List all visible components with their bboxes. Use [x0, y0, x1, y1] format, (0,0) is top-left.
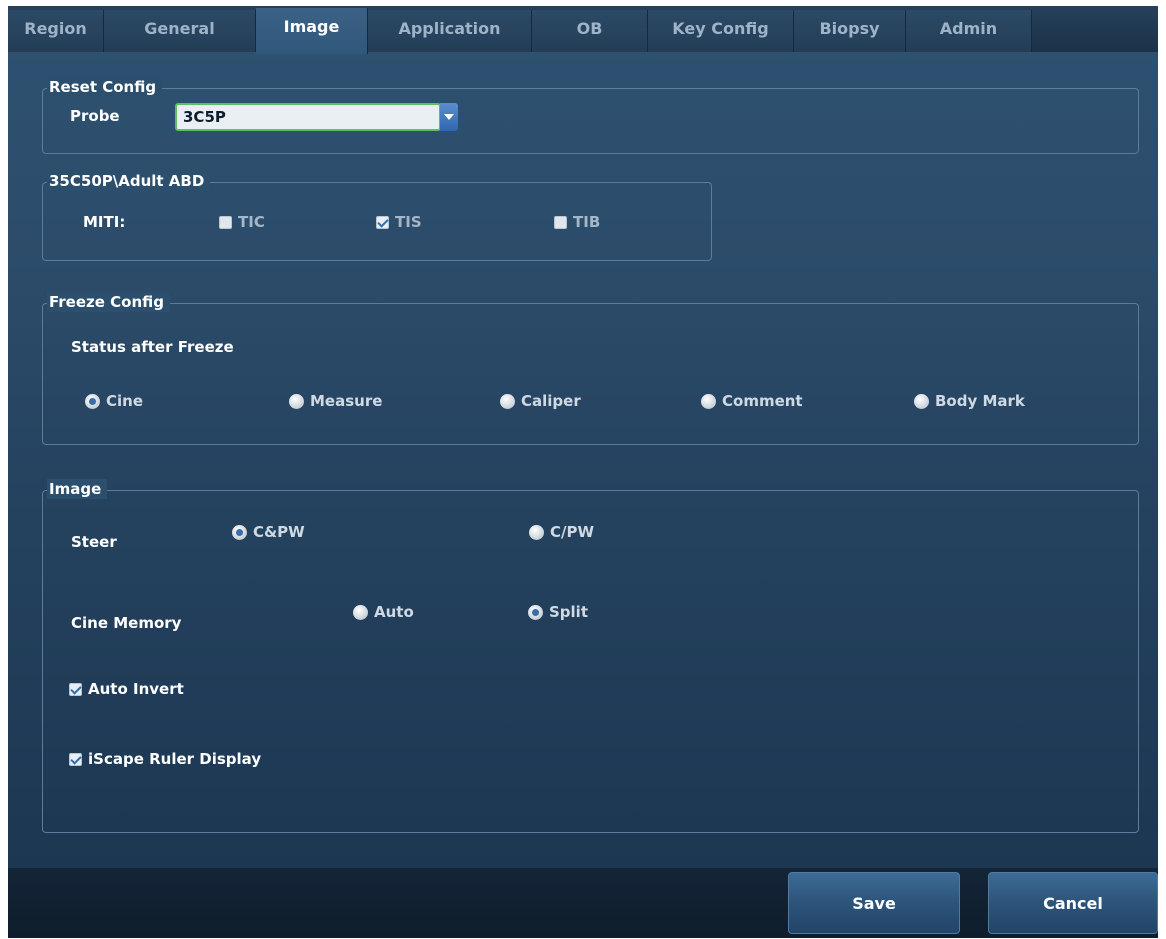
reset-config-group: Reset Config Probe 3C5P [42, 77, 1139, 154]
image-group: Image Steer C&PW C/PW Cine Memory Auto S… [42, 479, 1139, 833]
reset-config-legend: Reset Config [47, 77, 163, 97]
freeze-config-group: Freeze Config Status after Freeze Cine M… [42, 292, 1139, 445]
checkbox-checked-icon [69, 682, 82, 696]
cine-memory-label: Cine Memory [71, 614, 182, 632]
checkbox-icon [554, 215, 567, 229]
chevron-down-icon[interactable] [440, 103, 458, 131]
exam-mode-group: 35C50P\Adult ABD MITI: TIC TIS TIB [42, 171, 712, 261]
checkbox-icon [219, 215, 232, 229]
auto-invert-checkbox[interactable]: Auto Invert [69, 680, 184, 698]
tab-admin[interactable]: Admin [906, 10, 1032, 52]
tab-ob[interactable]: OB [532, 10, 648, 52]
freeze-config-legend: Freeze Config [47, 292, 171, 312]
tab-image[interactable]: Image [256, 8, 368, 54]
freeze-comment-radio[interactable]: Comment [701, 392, 803, 410]
cine-auto-radio[interactable]: Auto [353, 603, 414, 621]
freeze-cine-radio[interactable]: Cine [85, 392, 143, 410]
tis-label: TIS [395, 213, 422, 231]
exam-mode-legend: 35C50P\Adult ABD [47, 171, 211, 191]
radio-label: Body Mark [935, 392, 1025, 410]
image-legend: Image [47, 479, 108, 499]
tis-checkbox[interactable]: TIS [376, 213, 422, 231]
tab-region[interactable]: Region [8, 10, 104, 52]
auto-invert-label: Auto Invert [88, 680, 184, 698]
radio-icon [500, 393, 515, 409]
save-button[interactable]: Save [788, 872, 960, 934]
freeze-measure-radio[interactable]: Measure [289, 392, 382, 410]
checkbox-checked-icon [376, 215, 389, 229]
radio-label: Comment [722, 392, 803, 410]
radio-label: Caliper [521, 392, 581, 410]
radio-label: Auto [374, 603, 414, 621]
preset-window: Region General Image Application OB Key … [8, 6, 1158, 938]
radio-label: Measure [310, 392, 383, 410]
tab-general[interactable]: General [104, 10, 256, 52]
status-after-freeze-label: Status after Freeze [71, 338, 234, 356]
probe-label: Probe [70, 107, 120, 125]
tic-label: TIC [238, 213, 265, 231]
cine-split-radio[interactable]: Split [528, 603, 588, 621]
steer-c-and-pw-radio[interactable]: C&PW [232, 523, 305, 541]
tic-checkbox[interactable]: TIC [219, 213, 265, 231]
bottom-button-bar [8, 868, 1158, 938]
probe-select[interactable]: 3C5P [175, 103, 441, 131]
radio-selected-icon [528, 604, 543, 620]
tib-label: TIB [573, 213, 601, 231]
checkbox-checked-icon [69, 752, 82, 766]
tab-application[interactable]: Application [368, 10, 532, 52]
tib-checkbox[interactable]: TIB [554, 213, 600, 231]
radio-selected-icon [85, 393, 100, 409]
radio-selected-icon [232, 524, 247, 540]
radio-label: C&PW [253, 523, 305, 541]
radio-icon [914, 393, 929, 409]
radio-icon [529, 524, 544, 540]
radio-label: Split [549, 603, 588, 621]
radio-icon [353, 604, 368, 620]
tab-bar: Region General Image Application OB Key … [8, 6, 1158, 54]
iscape-ruler-checkbox[interactable]: iScape Ruler Display [69, 750, 261, 768]
tab-biopsy[interactable]: Biopsy [794, 10, 906, 52]
steer-c-pw-radio[interactable]: C/PW [529, 523, 594, 541]
freeze-body-mark-radio[interactable]: Body Mark [914, 392, 1025, 410]
radio-label: C/PW [550, 523, 595, 541]
tab-key-config[interactable]: Key Config [648, 10, 794, 52]
steer-label: Steer [71, 533, 117, 551]
iscape-ruler-label: iScape Ruler Display [88, 750, 262, 768]
radio-label: Cine [106, 392, 144, 410]
freeze-caliper-radio[interactable]: Caliper [500, 392, 581, 410]
radio-icon [289, 393, 304, 409]
cancel-button[interactable]: Cancel [988, 872, 1158, 934]
miti-label: MITI: [83, 213, 126, 231]
radio-icon [701, 393, 716, 409]
